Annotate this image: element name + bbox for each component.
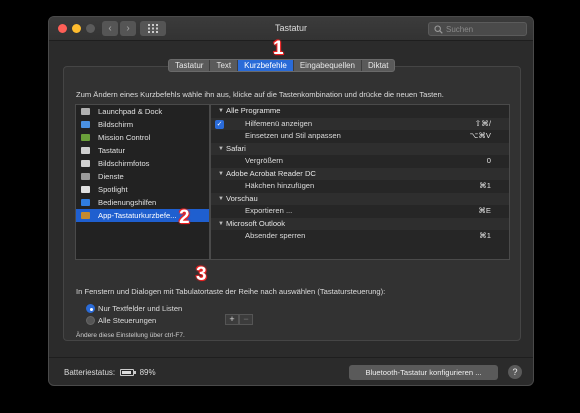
shortcut-row[interactable]: Absender sperren ⌘1 (211, 230, 509, 243)
category-item[interactable]: Mission Control (76, 131, 209, 144)
category-item[interactable]: Dienste (76, 170, 209, 183)
category-label: Spotlight (98, 185, 128, 194)
category-item[interactable]: Bildschirm (76, 118, 209, 131)
shortcut-keys[interactable]: ⌘1 (479, 230, 491, 243)
shortcut-row[interactable]: Häkchen hinzufügen ⌘1 (211, 180, 509, 193)
category-label: Bildschirmfotos (98, 159, 150, 168)
annotation-marker-3: 3 (196, 264, 207, 285)
tab-text[interactable]: Text (210, 60, 239, 71)
category-item[interactable]: Tastatur (76, 144, 209, 157)
disclosure-triangle-icon[interactable]: ▼ (218, 105, 224, 118)
search-input[interactable] (446, 24, 522, 35)
shortcut-label: Vorschau (226, 193, 258, 203)
keyboard-icon (81, 147, 90, 154)
spotlight-icon (81, 186, 90, 193)
instruction-text: Zum Ändern eines Kurzbefehls wähle ihn a… (76, 90, 444, 99)
disclosure-triangle-icon[interactable]: ▼ (218, 168, 224, 181)
shortcut-label: Vergrößern (245, 156, 283, 165)
shortcut-hint: Ändere diese Einstellung über ctrl-F7. (76, 332, 185, 339)
full-keyboard-access-label: In Fenstern und Dialogen mit Tabulatorta… (76, 287, 386, 296)
shortcut-row[interactable]: Exportieren ... ⌘E (211, 205, 509, 218)
category-item[interactable]: Bildschirmfotos (76, 157, 209, 170)
enabled-checkbox[interactable]: ✓ (215, 119, 224, 129)
radio-label: Nur Textfelder und Listen (98, 304, 183, 313)
shortcut-keys[interactable]: ⌥⌘V (470, 130, 491, 143)
shortcut-label: Absender sperren (245, 231, 306, 240)
category-list[interactable]: Launchpad & Dock Bildschirm Mission Contro… (75, 104, 210, 260)
shortcut-keys[interactable]: ⇧⌘/ (475, 118, 491, 131)
category-item[interactable]: Launchpad & Dock (76, 105, 209, 118)
annotation-marker-1: 1 (273, 38, 284, 59)
shortcut-group-row[interactable]: ▼ Alle Programme (211, 105, 509, 118)
category-label: Tastatur (98, 146, 126, 155)
shortcuts-panel: Zum Ändern eines Kurzbefehls wähle ihn a… (63, 66, 521, 341)
battery-icon (120, 369, 137, 376)
annotation-marker-2: 2 (179, 207, 190, 228)
bottom-bar: Batteriestatus: 89% Bluetooth-Tastatur k… (49, 357, 533, 385)
category-item[interactable]: Spotlight (76, 183, 209, 196)
shortcut-label: Exportieren ... (245, 206, 293, 215)
shortcut-row[interactable]: ✓ Hilfemenü anzeigen ⇧⌘/ (211, 117, 509, 131)
add-remove-controls: + − (225, 314, 253, 325)
shortcut-keys[interactable]: ⌘E (478, 205, 491, 218)
disclosure-triangle-icon[interactable]: ▼ (218, 193, 224, 206)
shortcut-row[interactable]: Einsetzen und Stil anpassen ⌥⌘V (211, 130, 509, 143)
shortcut-row[interactable]: Vergrößern 0 (211, 155, 509, 168)
category-label: App-Tastaturkurzbefe... (98, 211, 177, 220)
radio-label: Alle Steuerungen (98, 316, 157, 325)
tab-eingabequellen[interactable]: Eingabequellen (294, 60, 363, 71)
screenshot-icon (81, 160, 90, 167)
keyboard-preferences-window: ‹ › Tastatur Tastatur Text Kurzbefehle E… (48, 16, 534, 386)
bluetooth-keyboard-setup-button[interactable]: Bluetooth-Tastatur konfigurieren ... (349, 365, 498, 380)
shortcut-group-row[interactable]: ▼ Adobe Acrobat Reader DC (211, 167, 509, 181)
launchpad-icon (81, 108, 90, 115)
category-label: Bildschirm (98, 120, 134, 129)
disclosure-triangle-icon[interactable]: ▼ (218, 218, 224, 231)
battery-label: Batteriestatus: (64, 368, 116, 377)
tab-bar: Tastatur Text Kurzbefehle Eingabequellen… (168, 59, 396, 72)
tab-diktat[interactable]: Diktat (362, 60, 394, 71)
display-icon (81, 121, 90, 128)
battery-status: Batteriestatus: 89% (64, 368, 156, 377)
gear-icon (81, 173, 90, 180)
shortcut-label: Alle Programme (226, 106, 281, 115)
remove-shortcut-button[interactable]: − (239, 314, 253, 325)
search-field[interactable] (428, 22, 527, 36)
shortcut-table[interactable]: ▼ Alle Programme ✓ Hilfemenü anzeigen ⇧⌘/Ein… (210, 104, 510, 260)
battery-percent: 89% (139, 368, 156, 377)
radio-dot (86, 304, 95, 313)
shortcut-group-row[interactable]: ▼ Vorschau (211, 192, 509, 206)
shortcut-group-row[interactable]: ▼ Safari (211, 142, 509, 156)
shortcut-label: Adobe Acrobat Reader DC (226, 168, 316, 178)
mission-control-icon (81, 134, 90, 141)
category-label: Mission Control (98, 133, 151, 142)
shortcut-keys[interactable]: ⌘1 (479, 180, 491, 193)
shortcut-label: Einsetzen und Stil anpassen (245, 131, 341, 140)
add-shortcut-button[interactable]: + (225, 314, 239, 325)
tab-kurzbefehle[interactable]: Kurzbefehle (238, 60, 294, 71)
help-button[interactable]: ? (508, 365, 522, 379)
category-label: Bedienungshilfen (98, 198, 157, 207)
shortcut-label: Häkchen hinzufügen (245, 181, 315, 190)
app-shortcuts-icon (81, 212, 90, 219)
disclosure-triangle-icon[interactable]: ▼ (218, 143, 224, 156)
shortcut-label: Safari (226, 143, 246, 153)
category-label: Dienste (98, 172, 124, 181)
radio-dot (86, 316, 95, 325)
tab-tastatur[interactable]: Tastatur (169, 60, 211, 71)
search-icon (434, 25, 443, 34)
shortcut-label: Microsoft Outlook (226, 218, 286, 228)
title-bar: ‹ › Tastatur (49, 17, 533, 41)
shortcut-keys[interactable]: 0 (487, 155, 491, 168)
category-label: Launchpad & Dock (98, 107, 163, 116)
shortcut-group-row[interactable]: ▼ Microsoft Outlook (211, 217, 509, 231)
accessibility-icon (81, 199, 90, 206)
shortcut-label: Hilfemenü anzeigen (245, 118, 313, 128)
